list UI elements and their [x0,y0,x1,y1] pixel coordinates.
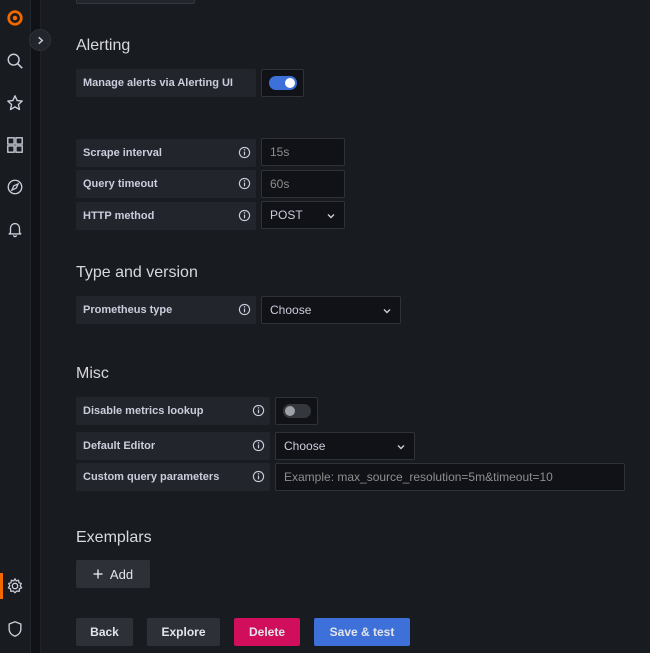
toggle-knob [284,78,295,88]
chevron-down-icon [383,309,391,314]
disable-metrics-label: Disable metrics lookup [76,397,270,425]
search-icon[interactable] [5,51,25,71]
manage-alerts-label-text: Manage alerts via Alerting UI [83,77,233,89]
custom-params-input[interactable]: Example: max_source_resolution=5m&timeou… [275,463,625,491]
back-label: Back [90,625,119,639]
prometheus-type-select[interactable]: Choose [261,296,401,324]
query-timeout-label: Query timeout [76,170,256,198]
previous-field-stub [76,0,195,4]
http-method-value: POST [270,208,303,222]
chevron-down-icon [327,214,335,219]
add-exemplar-label: Add [109,566,134,582]
custom-params-label: Custom query parameters [76,463,270,491]
expand-sidebar-button[interactable] [29,29,51,51]
explore-icon[interactable] [5,177,25,197]
http-method-select[interactable]: POST [261,201,345,229]
query-timeout-input[interactable]: 60s [261,170,345,198]
default-editor-label: Default Editor [76,432,270,460]
exemplars-title: Exemplars [76,529,152,546]
prometheus-type-label: Prometheus type [76,296,256,324]
back-button[interactable]: Back [76,618,133,646]
shield-icon[interactable] [5,619,25,639]
manage-alerts-toggle[interactable] [268,76,297,90]
info-icon[interactable] [238,177,251,190]
scrape-interval-input[interactable]: 15s [261,138,345,166]
explore-label: Explore [161,625,206,639]
http-method-label: HTTP method [76,202,256,230]
star-icon[interactable] [5,93,25,113]
save-test-label: Save & test [329,625,395,639]
scrape-interval-placeholder: 15s [270,145,290,159]
delete-button[interactable]: Delete [234,618,300,646]
default-editor-value: Choose [284,439,326,453]
configuration-gear-icon[interactable] [5,576,25,596]
dashboards-icon[interactable] [5,135,25,155]
prometheus-type-value: Choose [270,303,312,317]
add-exemplar-button[interactable]: Add [76,560,150,588]
custom-params-label-text: Custom query parameters [83,471,220,483]
plus-icon [93,569,103,579]
default-editor-label-text: Default Editor [83,440,156,452]
alerting-bell-icon[interactable] [5,219,25,239]
http-method-label-text: HTTP method [83,210,155,222]
disable-metrics-label-text: Disable metrics lookup [83,405,204,417]
prometheus-type-label-text: Prometheus type [83,304,173,316]
info-icon[interactable] [238,209,251,222]
misc-title: Misc [76,365,109,382]
manage-alerts-toggle-wrap [261,69,304,97]
explore-button[interactable]: Explore [147,618,220,646]
scrape-interval-label: Scrape interval [76,139,256,167]
info-icon[interactable] [238,146,251,159]
delete-label: Delete [248,625,286,639]
chevron-down-icon [397,445,405,450]
info-icon[interactable] [252,439,265,452]
info-icon[interactable] [252,404,265,417]
toggle-knob [284,406,295,416]
info-icon[interactable] [238,303,251,316]
custom-params-placeholder: Example: max_source_resolution=5m&timeou… [284,470,553,484]
query-timeout-label-text: Query timeout [83,178,158,190]
chevron-right-icon [37,36,43,44]
side-menu [0,0,31,653]
disable-metrics-toggle-wrap [275,397,318,425]
main-content [41,0,650,653]
save-test-button[interactable]: Save & test [314,618,410,646]
manage-alerts-label: Manage alerts via Alerting UI [76,69,256,97]
active-indicator [0,573,3,599]
query-timeout-placeholder: 60s [270,177,290,191]
alerting-title: Alerting [76,37,131,54]
disable-metrics-toggle[interactable] [282,404,311,418]
default-editor-select[interactable]: Choose [275,432,415,460]
grafana-logo-icon[interactable] [5,8,25,28]
scrape-interval-label-text: Scrape interval [83,147,162,159]
info-icon[interactable] [252,470,265,483]
type-version-title: Type and version [76,264,198,281]
